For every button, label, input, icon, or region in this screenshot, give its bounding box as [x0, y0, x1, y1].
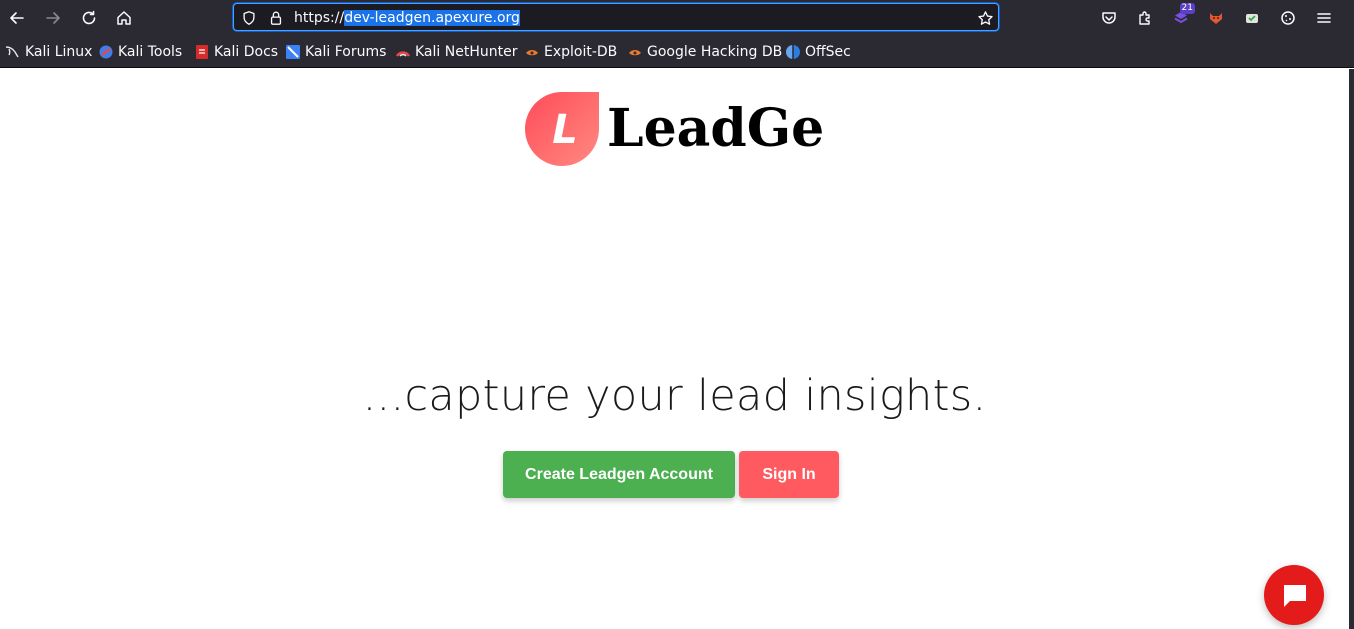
ghdb-icon [629, 50, 641, 56]
extension-badge-count: 21 [1179, 3, 1195, 14]
chat-widget-button[interactable] [1264, 565, 1324, 625]
kali-dragon-icon [5, 46, 19, 58]
page-content: L LeadGe ...capture your lead insights. … [0, 69, 1349, 629]
back-icon[interactable] [5, 6, 29, 30]
logo-letter: L [552, 107, 578, 153]
browser-toolbar: https://dev-leadgen.apexure.org 21 [0, 0, 1354, 36]
kali-docs-icon [196, 45, 208, 59]
scrollbar[interactable] [1349, 69, 1354, 629]
bookmark-label: Kali Docs [214, 44, 279, 60]
sign-in-button[interactable]: Sign In [739, 451, 839, 498]
pocket-icon[interactable] [1097, 6, 1121, 30]
browser-window: https://dev-leadgen.apexure.org 21 Kali … [0, 0, 1354, 629]
kali-forums-icon [286, 45, 300, 59]
chat-bubble-icon [1284, 585, 1306, 607]
bookmark-kali-forums[interactable]: Kali Forums [285, 43, 386, 61]
bookmark-kali-nethunter[interactable]: Kali NetHunter [395, 43, 517, 61]
bookmark-kali-linux[interactable]: Kali Linux [5, 43, 92, 61]
bookmark-exploit-db[interactable]: Exploit-DB [524, 43, 617, 61]
extension-purple-icon[interactable]: 21 [1169, 3, 1195, 30]
create-account-button[interactable]: Create Leadgen Account [503, 451, 735, 498]
cookie-icon[interactable] [1276, 6, 1300, 30]
bookmark-label: OffSec [805, 44, 851, 60]
bookmarks-toolbar: Kali Linux Kali Tools Kali Docs Kali For… [0, 36, 1354, 68]
bookmark-kali-tools[interactable]: Kali Tools [98, 43, 182, 61]
forward-icon[interactable] [41, 6, 65, 30]
url-domain-selected: dev-leadgen.apexure.org [344, 10, 520, 26]
exploit-db-icon [526, 50, 538, 56]
tracking-protection-shield-icon[interactable] [240, 9, 258, 27]
bookmark-label: Kali Forums [305, 44, 387, 60]
bookmark-label: Kali NetHunter [415, 44, 518, 60]
foxyproxy-icon[interactable] [1204, 6, 1228, 30]
extensions-puzzle-icon[interactable] [1133, 6, 1157, 30]
bookmark-kali-docs[interactable]: Kali Docs [194, 43, 278, 61]
offsec-icon [786, 45, 800, 59]
leadgen-logo-icon: L [523, 91, 599, 167]
tagline: ...capture your lead insights. [362, 371, 987, 421]
bookmark-offsec[interactable]: OffSec [785, 43, 851, 61]
bookmark-label: Kali Linux [25, 44, 93, 60]
bookmark-star-icon[interactable] [976, 9, 994, 27]
bookmark-label: Exploit-DB [544, 44, 618, 60]
extension-green-icon[interactable] [1240, 6, 1264, 30]
bookmark-label: Google Hacking DB [647, 44, 783, 60]
reload-icon[interactable] [77, 6, 101, 30]
leadgen-logo[interactable]: L LeadGe [523, 89, 824, 169]
lock-icon[interactable] [267, 9, 285, 27]
kali-tools-icon [99, 45, 113, 59]
url-text[interactable]: https://dev-leadgen.apexure.org [294, 8, 520, 28]
kali-nethunter-icon [395, 51, 411, 57]
menu-hamburger-icon[interactable] [1312, 6, 1336, 30]
bookmark-label: Kali Tools [118, 44, 183, 60]
bookmark-google-hacking-db[interactable]: Google Hacking DB [627, 43, 782, 61]
logo-text: LeadGe [607, 98, 825, 159]
address-bar[interactable]: https://dev-leadgen.apexure.org [233, 3, 999, 31]
url-prefix: https:// [294, 10, 345, 26]
home-icon[interactable] [112, 6, 136, 30]
